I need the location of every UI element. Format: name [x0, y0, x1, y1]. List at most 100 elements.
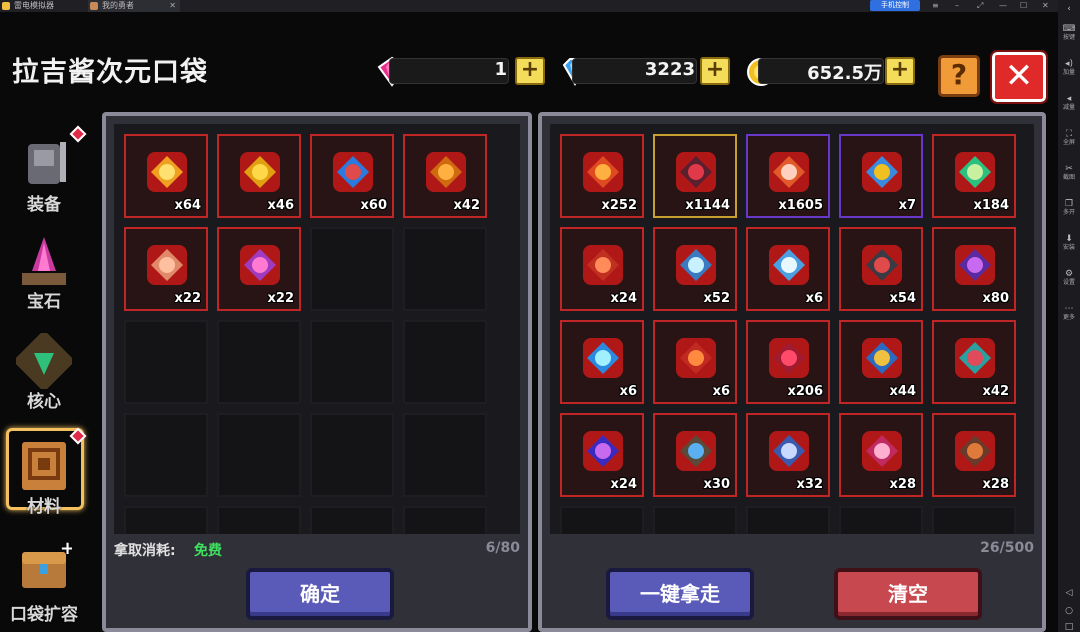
minimize-icon[interactable]: –	[955, 0, 959, 12]
sidebar-item-settings[interactable]: ⚙ 设置	[1058, 269, 1080, 287]
menu-icon[interactable]: ≡	[932, 0, 939, 12]
tab-materials[interactable]: 材料	[6, 427, 87, 520]
help-button[interactable]: ?	[938, 55, 980, 97]
sidebar-item-multi-window[interactable]: ❐ 多开	[1058, 199, 1080, 217]
item-quantity: x42	[453, 198, 480, 213]
empty-slot[interactable]	[932, 506, 1016, 534]
item-slot[interactable]: x32	[746, 413, 830, 497]
item-slot[interactable]: x28	[839, 413, 923, 497]
item-slot[interactable]: x42	[932, 320, 1016, 404]
tab-core[interactable]: 核心	[6, 325, 82, 415]
game-tab[interactable]: 我的勇者 ✕	[88, 0, 180, 12]
item-slot[interactable]: x206	[746, 320, 830, 404]
item-slot[interactable]: x1605	[746, 134, 830, 218]
sidebar-item-keyboard[interactable]: ⌨ 按键	[1058, 24, 1080, 42]
add-diamond-button[interactable]: +	[700, 57, 730, 85]
item-slot[interactable]: x22	[124, 227, 208, 311]
clear-button[interactable]: 清空	[834, 568, 982, 620]
tab-armor[interactable]: 装备	[6, 125, 87, 218]
take-all-button[interactable]: 一键拿走	[606, 568, 754, 620]
home-icon[interactable]: ○	[1058, 606, 1080, 616]
close-button[interactable]: ✕	[990, 50, 1048, 104]
empty-slot[interactable]	[403, 320, 487, 404]
recent-apps-icon[interactable]: □	[1058, 622, 1080, 632]
maximize-icon[interactable]: ☐	[1020, 0, 1027, 12]
item-slot[interactable]: x6	[746, 227, 830, 311]
red-wings-icon	[769, 338, 809, 378]
sidebar-item-label: 加量	[1062, 69, 1075, 76]
tab-chest[interactable]: + 口袋扩容	[6, 530, 82, 625]
sidebar-item-label: 多开	[1062, 209, 1075, 216]
empty-slot[interactable]	[310, 227, 394, 311]
minimize-window-icon[interactable]: —	[999, 0, 1007, 12]
item-quantity: x22	[174, 291, 201, 306]
emulator-tab[interactable]: 雷电模拟器	[0, 0, 80, 12]
item-quantity: x80	[982, 291, 1009, 306]
item-slot[interactable]: x252	[560, 134, 644, 218]
collapse-icon[interactable]: ‹	[1058, 4, 1080, 14]
item-slot[interactable]: x44	[839, 320, 923, 404]
sidebar-item-scissors[interactable]: ✂ 截图	[1058, 164, 1080, 182]
rust-shield-icon	[955, 431, 995, 471]
inventory-grid: x252 x1144 x1605 x7 x184 x24 x52 x6 x54 x80 x6 x6 x2…	[550, 124, 1034, 534]
empty-slot[interactable]	[310, 506, 394, 534]
empty-slot[interactable]	[403, 506, 487, 534]
empty-slot[interactable]	[310, 320, 394, 404]
pig-face-icon	[147, 245, 187, 285]
pink-gem-counter: 1 +	[375, 52, 550, 87]
add-gold-button[interactable]: +	[885, 57, 915, 85]
item-slot[interactable]: x6	[560, 320, 644, 404]
item-slot[interactable]: x60	[310, 134, 394, 218]
empty-slot[interactable]	[403, 227, 487, 311]
red-flower-icon	[583, 245, 623, 285]
empty-slot[interactable]	[217, 320, 301, 404]
tab-crystal[interactable]: 宝石	[6, 225, 82, 315]
sidebar-item-label: 减量	[1062, 104, 1075, 111]
amber-scroll-icon	[426, 152, 466, 192]
item-slot[interactable]: x7	[839, 134, 923, 218]
sidebar-item-label: 按键	[1062, 34, 1075, 41]
empty-slot[interactable]	[746, 506, 830, 534]
empty-slot[interactable]	[839, 506, 923, 534]
item-slot[interactable]: x1144	[653, 134, 737, 218]
item-slot[interactable]: x42	[403, 134, 487, 218]
close-window-icon[interactable]: ✕	[1042, 0, 1049, 12]
item-slot[interactable]: x46	[217, 134, 301, 218]
sidebar-item-more[interactable]: ⋯ 更多	[1058, 304, 1080, 322]
empty-slot[interactable]	[310, 413, 394, 497]
install-icon: ⬇	[1065, 234, 1073, 244]
blue-orb-icon	[333, 152, 373, 192]
settings-icon: ⚙	[1064, 269, 1074, 279]
back-icon[interactable]: ◁	[1058, 588, 1080, 598]
confirm-button[interactable]: 确定	[246, 568, 394, 620]
item-slot[interactable]: x184	[932, 134, 1016, 218]
item-slot[interactable]: x64	[124, 134, 208, 218]
item-quantity: x42	[982, 384, 1009, 399]
sidebar-item-install[interactable]: ⬇ 安装	[1058, 234, 1080, 252]
close-tab-icon[interactable]: ✕	[169, 0, 176, 12]
item-slot[interactable]: x24	[560, 227, 644, 311]
empty-slot[interactable]	[653, 506, 737, 534]
empty-slot[interactable]	[217, 506, 301, 534]
item-slot[interactable]: x30	[653, 413, 737, 497]
empty-slot[interactable]	[124, 413, 208, 497]
restore-icon[interactable]: ⤢	[977, 0, 983, 12]
item-slot[interactable]: x22	[217, 227, 301, 311]
item-slot[interactable]: x80	[932, 227, 1016, 311]
empty-slot[interactable]	[403, 413, 487, 497]
empty-slot[interactable]	[560, 506, 644, 534]
sidebar-item-fullscreen[interactable]: ⛶ 全屏	[1058, 129, 1080, 147]
sidebar-item-volume-down[interactable]: ◂ 减量	[1058, 94, 1080, 112]
item-slot[interactable]: x54	[839, 227, 923, 311]
item-slot[interactable]: x6	[653, 320, 737, 404]
pocket-capacity: 6/80	[485, 540, 520, 556]
empty-slot[interactable]	[124, 320, 208, 404]
empty-slot[interactable]	[124, 506, 208, 534]
item-slot[interactable]: x24	[560, 413, 644, 497]
item-slot[interactable]: x52	[653, 227, 737, 311]
empty-slot[interactable]	[217, 413, 301, 497]
add-pink-gem-button[interactable]: +	[515, 57, 545, 85]
item-slot[interactable]: x28	[932, 413, 1016, 497]
phone-control-button[interactable]: 手机控制	[870, 0, 920, 11]
sidebar-item-volume-up[interactable]: ◂) 加量	[1058, 59, 1080, 77]
